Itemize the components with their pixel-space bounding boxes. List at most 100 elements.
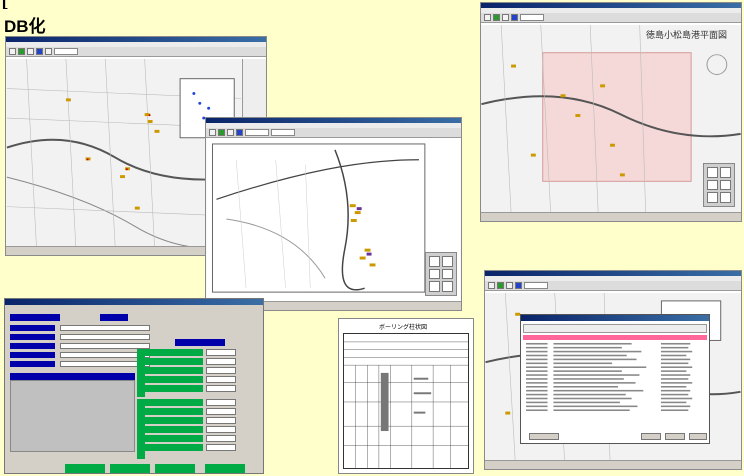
item-value[interactable]: [206, 444, 236, 451]
pan-button[interactable]: [429, 268, 440, 280]
toolbar-button[interactable]: [502, 14, 509, 21]
status-bar: [485, 460, 741, 469]
gis-window-2: [205, 117, 462, 311]
window-toolbar: [206, 128, 461, 138]
bottom-button[interactable]: [65, 464, 105, 473]
field-value[interactable]: [60, 334, 150, 340]
toolbar-field[interactable]: [245, 129, 269, 136]
navigation-pad[interactable]: [425, 252, 457, 296]
document-title: ボーリング柱状図: [379, 325, 428, 331]
map-drawing: [481, 25, 741, 212]
dialog-button[interactable]: [641, 433, 661, 440]
dialog-titlebar: [521, 315, 709, 321]
field-label: [10, 325, 55, 331]
bottom-button[interactable]: [155, 464, 195, 473]
toolbar-field[interactable]: [520, 14, 544, 21]
item-button[interactable]: [145, 358, 203, 365]
category-bar: [137, 399, 145, 459]
map-canvas[interactable]: [481, 25, 741, 212]
pan-button[interactable]: [720, 192, 731, 203]
memo-panel[interactable]: [10, 380, 135, 452]
toolbar-button[interactable]: [488, 282, 495, 289]
navigation-pad[interactable]: [703, 163, 735, 207]
pan-button[interactable]: [442, 256, 453, 267]
item-value[interactable]: [206, 399, 236, 406]
toolbar-field[interactable]: [54, 48, 78, 55]
map-drawing: [206, 140, 461, 301]
pan-button[interactable]: [720, 179, 731, 191]
item-value[interactable]: [206, 385, 236, 392]
toolbar-button[interactable]: [236, 129, 243, 136]
window-toolbar: [481, 13, 741, 23]
item-button[interactable]: [145, 426, 203, 433]
category-bar: [137, 349, 145, 397]
dialog-button[interactable]: [529, 433, 559, 440]
field-label: [10, 352, 55, 358]
map-title: 徳島小松島港平面図: [646, 30, 728, 40]
pan-button[interactable]: [429, 281, 440, 292]
item-button[interactable]: [145, 399, 203, 406]
record-list[interactable]: [523, 342, 707, 429]
pan-button[interactable]: [429, 256, 440, 267]
field-value[interactable]: [60, 325, 150, 331]
toolbar-button[interactable]: [45, 48, 52, 55]
toolbar-button[interactable]: [18, 48, 25, 55]
item-button[interactable]: [145, 435, 203, 442]
bottom-button[interactable]: [110, 464, 150, 473]
item-button[interactable]: [145, 444, 203, 451]
dialog-button[interactable]: [689, 433, 707, 440]
toolbar-button[interactable]: [484, 14, 491, 21]
item-value[interactable]: [206, 367, 236, 374]
pan-button[interactable]: [707, 192, 718, 203]
data-entry-form: [4, 298, 264, 474]
toolbar-field[interactable]: [524, 282, 548, 289]
window-toolbar: [485, 281, 741, 291]
pan-button[interactable]: [707, 179, 718, 191]
item-button[interactable]: [145, 408, 203, 415]
toolbar-button[interactable]: [27, 48, 34, 55]
map-canvas[interactable]: [206, 140, 461, 301]
toolbar-button[interactable]: [9, 48, 16, 55]
toolbar-button[interactable]: [493, 14, 500, 21]
item-button[interactable]: [145, 417, 203, 424]
pan-button[interactable]: [442, 281, 453, 292]
item-button[interactable]: [145, 349, 203, 356]
item-button[interactable]: [145, 367, 203, 374]
toolbar-button[interactable]: [36, 48, 43, 55]
form-tab-button[interactable]: [100, 314, 128, 321]
toolbar-button[interactable]: [506, 282, 513, 289]
pan-button[interactable]: [442, 268, 453, 280]
item-value[interactable]: [206, 426, 236, 433]
status-bar: [481, 212, 741, 221]
headline-line2: DB化: [4, 17, 46, 36]
toolbar-button[interactable]: [227, 129, 234, 136]
bottom-button[interactable]: [205, 464, 245, 473]
item-button[interactable]: [145, 385, 203, 392]
toolbar-button[interactable]: [497, 282, 504, 289]
toolbar-button[interactable]: [209, 129, 216, 136]
field-label: [10, 361, 55, 367]
panel-header: [10, 373, 135, 380]
window-titlebar: [5, 299, 263, 305]
table-lines: [344, 341, 468, 468]
form-header-label: [10, 314, 60, 321]
item-value[interactable]: [206, 408, 236, 415]
item-button[interactable]: [145, 376, 203, 383]
boring-log-document: ボーリング柱状図: [338, 318, 474, 474]
item-value[interactable]: [206, 349, 236, 356]
pan-button[interactable]: [720, 167, 731, 178]
toolbar-button[interactable]: [218, 129, 225, 136]
field-label: [10, 334, 55, 340]
item-value[interactable]: [206, 376, 236, 383]
toolbar-button[interactable]: [511, 14, 518, 21]
toolbar-field[interactable]: [271, 129, 295, 136]
dialog-header: [523, 324, 707, 333]
pan-button[interactable]: [707, 167, 718, 178]
item-value[interactable]: [206, 417, 236, 424]
toolbar-button[interactable]: [515, 282, 522, 289]
dialog-button[interactable]: [665, 433, 685, 440]
document-table: [343, 333, 469, 469]
item-value[interactable]: [206, 435, 236, 442]
item-value[interactable]: [206, 358, 236, 365]
selected-row[interactable]: [523, 335, 707, 340]
